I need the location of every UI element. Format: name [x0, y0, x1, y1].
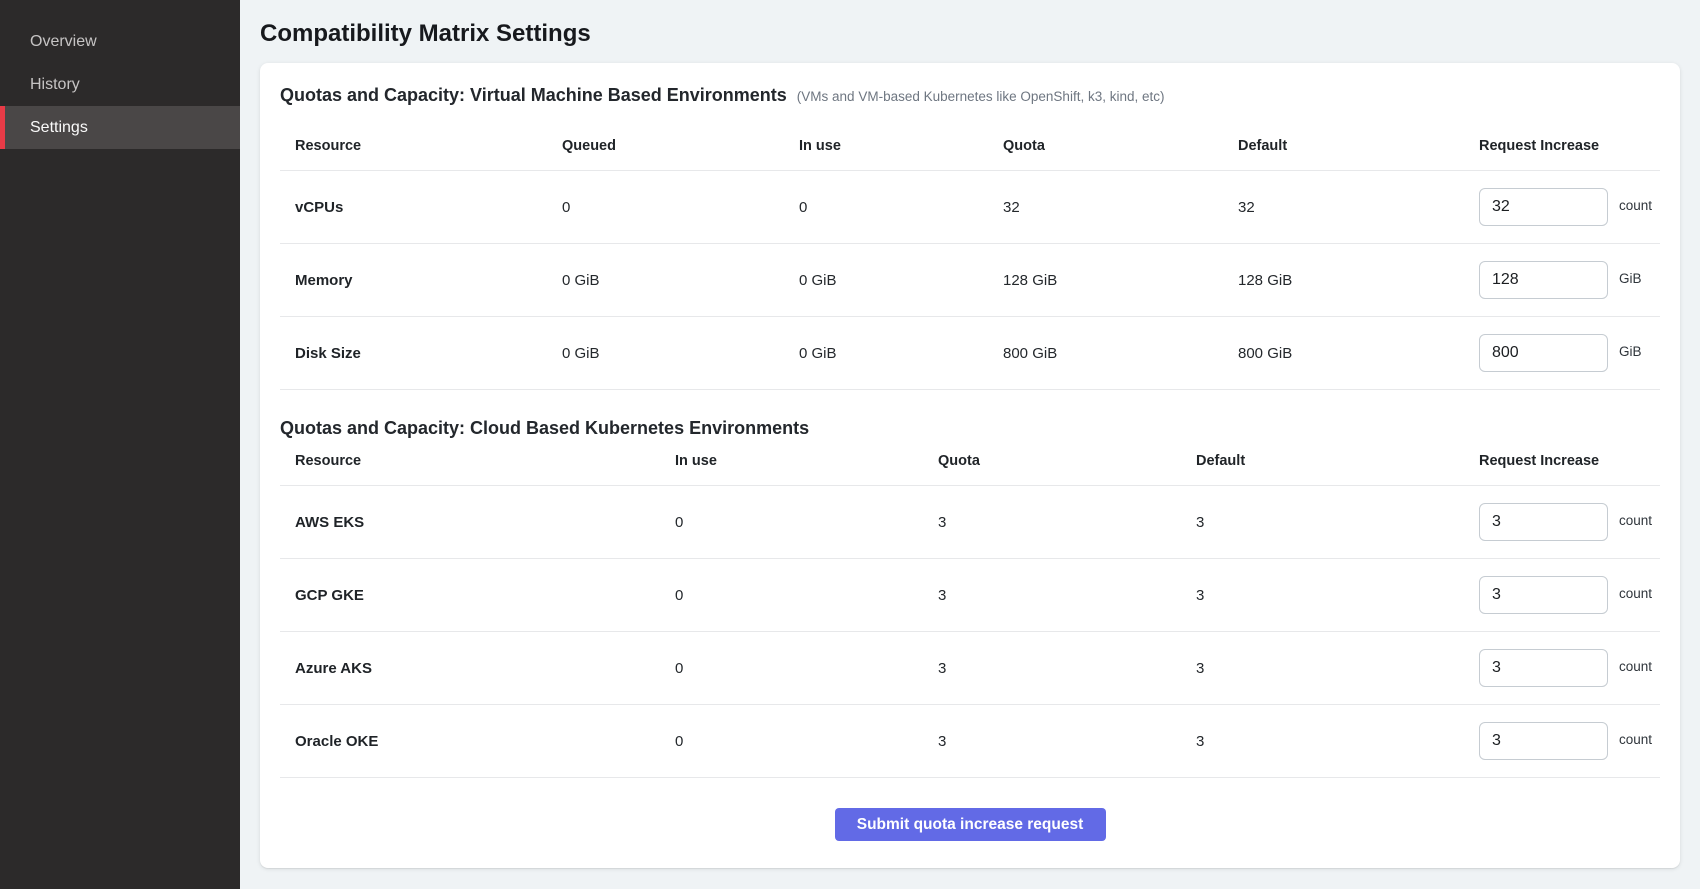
default-value: 32 — [1238, 199, 1479, 216]
in-use-value: 0 — [675, 514, 938, 531]
page-title: Compatibility Matrix Settings — [260, 20, 1680, 48]
default-value: 3 — [1196, 733, 1479, 750]
request-increase-input[interactable] — [1479, 722, 1608, 760]
resource-name: Oracle OKE — [295, 733, 675, 750]
column-header-queued: Queued — [562, 138, 799, 154]
unit-label: count — [1619, 513, 1652, 528]
column-header-default: Default — [1196, 453, 1479, 469]
queued-value: 0 GiB — [562, 345, 799, 362]
default-value: 128 GiB — [1238, 272, 1479, 289]
quota-value: 800 GiB — [1003, 345, 1238, 362]
cloud-section-header: Quotas and Capacity: Cloud Based Kuberne… — [280, 418, 1660, 439]
default-value: 3 — [1196, 660, 1479, 677]
resource-name: Disk Size — [295, 345, 562, 362]
queued-value: 0 GiB — [562, 272, 799, 289]
request-increase-input[interactable] — [1479, 261, 1608, 299]
card-footer: Submit quota increase request — [280, 778, 1660, 841]
table-row-gcp-gke: GCP GKE 0 3 3 count — [280, 559, 1660, 632]
sidebar-item-label: Settings — [30, 119, 88, 137]
request-increase-cell: GiB — [1479, 334, 1660, 372]
default-value: 800 GiB — [1238, 345, 1479, 362]
quota-value: 3 — [938, 587, 1196, 604]
quota-value: 128 GiB — [1003, 272, 1238, 289]
resource-name: Azure AKS — [295, 660, 675, 677]
resource-name: AWS EKS — [295, 514, 675, 531]
sidebar-item-history[interactable]: History — [0, 63, 240, 106]
unit-label: count — [1619, 732, 1652, 747]
column-header-request-increase: Request Increase — [1479, 453, 1660, 469]
sidebar-item-label: History — [30, 76, 80, 94]
sidebar-item-label: Overview — [30, 33, 97, 51]
request-increase-input[interactable] — [1479, 503, 1608, 541]
table-row-vcpus: vCPUs 0 0 32 32 count — [280, 171, 1660, 244]
vm-table-header: Resource Queued In use Quota Default Req… — [280, 132, 1660, 171]
column-header-default: Default — [1238, 138, 1479, 154]
queued-value: 0 — [562, 199, 799, 216]
cloud-section-title: Quotas and Capacity: Cloud Based Kuberne… — [280, 418, 809, 439]
vm-section-title: Quotas and Capacity: Virtual Machine Bas… — [280, 85, 787, 106]
unit-label: count — [1619, 586, 1652, 601]
quota-value: 3 — [938, 514, 1196, 531]
cloud-table-header: Resource In use Quota Default Request In… — [280, 447, 1660, 486]
request-increase-cell: count — [1479, 576, 1660, 614]
request-increase-cell: count — [1479, 722, 1660, 760]
resource-name: Memory — [295, 272, 562, 289]
vm-section-subtitle: (VMs and VM-based Kubernetes like OpenSh… — [797, 89, 1165, 104]
unit-label: count — [1619, 198, 1652, 213]
in-use-value: 0 — [675, 587, 938, 604]
quota-value: 32 — [1003, 199, 1238, 216]
app-window: Overview History Settings Compatibility … — [0, 0, 1700, 889]
request-increase-cell: GiB — [1479, 261, 1660, 299]
table-row-memory: Memory 0 GiB 0 GiB 128 GiB 128 GiB GiB — [280, 244, 1660, 317]
table-row-aws-eks: AWS EKS 0 3 3 count — [280, 486, 1660, 559]
resource-name: vCPUs — [295, 199, 562, 216]
sidebar-item-settings[interactable]: Settings — [0, 106, 240, 149]
quota-settings-card: Quotas and Capacity: Virtual Machine Bas… — [260, 63, 1680, 868]
unit-label: count — [1619, 659, 1652, 674]
request-increase-cell: count — [1479, 503, 1660, 541]
sidebar-item-overview[interactable]: Overview — [0, 20, 240, 63]
request-increase-input[interactable] — [1479, 188, 1608, 226]
sidebar: Overview History Settings — [0, 0, 240, 889]
request-increase-cell: count — [1479, 188, 1660, 226]
column-header-quota: Quota — [938, 453, 1196, 469]
in-use-value: 0 — [799, 199, 1003, 216]
in-use-value: 0 — [675, 733, 938, 750]
column-header-resource: Resource — [295, 138, 562, 154]
table-row-disk-size: Disk Size 0 GiB 0 GiB 800 GiB 800 GiB Gi… — [280, 317, 1660, 390]
column-header-request-increase: Request Increase — [1479, 138, 1660, 154]
submit-quota-increase-button[interactable]: Submit quota increase request — [835, 808, 1106, 841]
vm-section-header: Quotas and Capacity: Virtual Machine Bas… — [280, 85, 1660, 106]
in-use-value: 0 — [675, 660, 938, 677]
unit-label: GiB — [1619, 344, 1642, 359]
in-use-value: 0 GiB — [799, 345, 1003, 362]
request-increase-input[interactable] — [1479, 649, 1608, 687]
default-value: 3 — [1196, 514, 1479, 531]
column-header-quota: Quota — [1003, 138, 1238, 154]
in-use-value: 0 GiB — [799, 272, 1003, 289]
main-content: Compatibility Matrix Settings Quotas and… — [240, 0, 1700, 889]
table-row-oracle-oke: Oracle OKE 0 3 3 count — [280, 705, 1660, 778]
default-value: 3 — [1196, 587, 1479, 604]
request-increase-input[interactable] — [1479, 576, 1608, 614]
column-header-resource: Resource — [295, 453, 675, 469]
resource-name: GCP GKE — [295, 587, 675, 604]
table-row-azure-aks: Azure AKS 0 3 3 count — [280, 632, 1660, 705]
request-increase-cell: count — [1479, 649, 1660, 687]
request-increase-input[interactable] — [1479, 334, 1608, 372]
quota-value: 3 — [938, 733, 1196, 750]
column-header-in-use: In use — [675, 453, 938, 469]
unit-label: GiB — [1619, 271, 1642, 286]
column-header-in-use: In use — [799, 138, 1003, 154]
quota-value: 3 — [938, 660, 1196, 677]
